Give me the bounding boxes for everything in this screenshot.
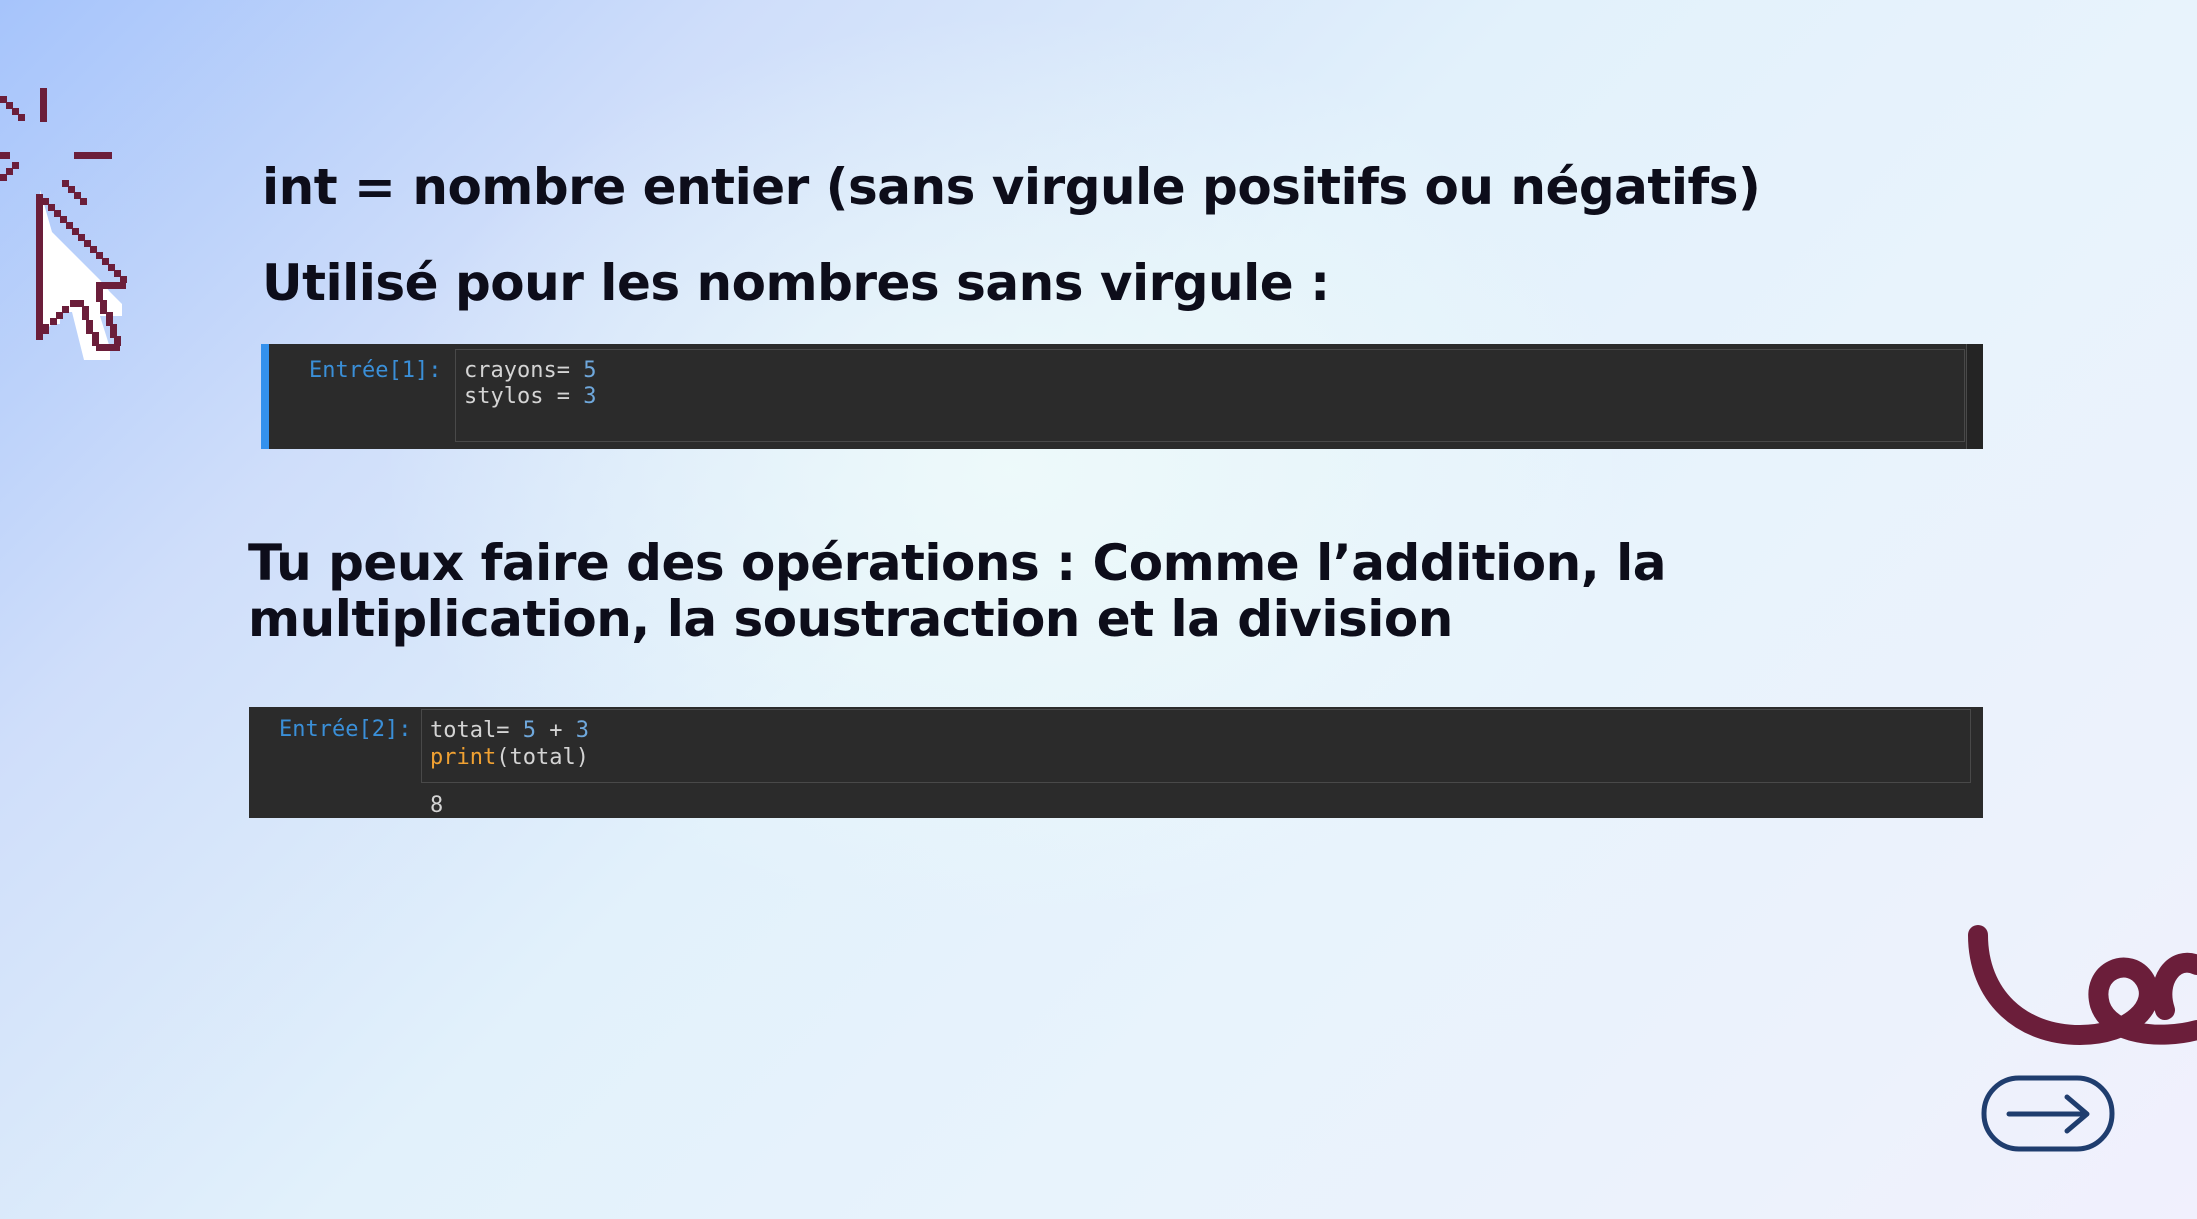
code-number: 5 xyxy=(522,718,536,743)
code-function: print xyxy=(430,745,497,770)
cell-1-prompt: Entrée[1]: xyxy=(309,358,442,383)
heading-int-definition: int = nombre entier (sans virgule positi… xyxy=(262,158,1761,216)
arrow-right-icon[interactable] xyxy=(1981,1075,2117,1153)
code-variable: crayons= xyxy=(464,358,584,383)
code-number: 5 xyxy=(583,358,597,383)
cell-2-prompt: Entrée[2]: xyxy=(279,717,412,742)
code-number: 3 xyxy=(575,718,589,743)
heading-operations: Tu peux faire des opérations : Comme l’a… xyxy=(248,534,1666,648)
pixel-cursor-click-icon xyxy=(0,88,127,360)
code-line: total= 5 + 3 xyxy=(430,718,589,744)
cell-1-editor[interactable]: crayons= 5 stylos = 3 xyxy=(455,349,1965,442)
code-variable: total= xyxy=(430,718,523,743)
cell-2-editor[interactable]: total= 5 + 3 print(total) xyxy=(421,709,1971,783)
code-number: 3 xyxy=(583,384,597,409)
heading-usage: Utilisé pour les nombres sans virgule : xyxy=(262,254,1330,312)
code-cell-1[interactable]: Entrée[1]: crayons= 5 stylos = 3 xyxy=(261,344,1983,449)
cell-1-scrollbar[interactable] xyxy=(1966,344,1983,449)
code-arguments: (total) xyxy=(496,745,589,770)
squiggle-decoration xyxy=(1968,925,2197,1046)
code-operator: + xyxy=(535,718,576,743)
cell-2-output: 8 xyxy=(430,793,444,818)
code-cell-2[interactable]: Entrée[2]: total= 5 + 3 print(total) 8 xyxy=(249,707,1983,818)
code-line: print(total) xyxy=(430,745,589,771)
code-variable: stylos = xyxy=(464,384,584,409)
code-line: stylos = 3 xyxy=(464,384,596,410)
code-line: crayons= 5 xyxy=(464,358,596,384)
